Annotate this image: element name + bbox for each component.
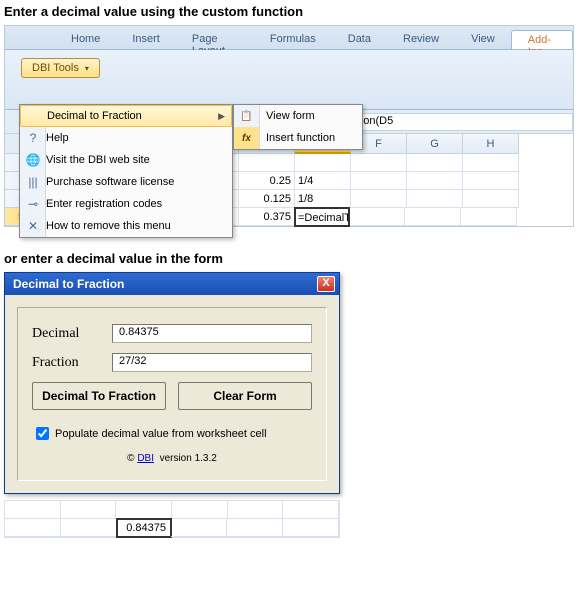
cell[interactable] xyxy=(172,501,228,519)
menu-item-register[interactable]: ⊸ Enter registration codes xyxy=(20,193,232,215)
copyright-line: © DBI version 1.3.2 xyxy=(32,453,312,464)
cell-d3[interactable]: 0.25 xyxy=(239,172,295,190)
cell[interactable] xyxy=(228,501,284,519)
tab-view[interactable]: View xyxy=(455,30,511,49)
submenu-label: Insert function xyxy=(260,132,335,144)
cell-e3[interactable]: 1/4 xyxy=(295,172,351,190)
chevron-right-icon: ▶ xyxy=(218,111,225,122)
fraction-input[interactable]: 27/32 xyxy=(112,353,312,372)
ribbon-body: DBI Tools xyxy=(5,50,573,110)
cell[interactable] xyxy=(407,190,463,208)
cell[interactable] xyxy=(351,154,407,172)
tab-data[interactable]: Data xyxy=(332,30,387,49)
cell-d4[interactable]: 0.125 xyxy=(239,190,295,208)
dbi-menu: Decimal to Fraction ▶ ? Help 🌐 Visit the… xyxy=(19,104,233,238)
menu-label: Help xyxy=(46,132,226,144)
menu-item-help[interactable]: ? Help xyxy=(20,127,232,149)
cell[interactable] xyxy=(349,208,405,226)
populate-label: Populate decimal value from worksheet ce… xyxy=(55,428,267,440)
form-title-text: Decimal to Fraction xyxy=(13,277,124,291)
barcode-icon: ||| xyxy=(20,175,46,189)
mini-grid[interactable]: 0.84375 xyxy=(4,500,340,538)
cell[interactable] xyxy=(407,154,463,172)
cell[interactable] xyxy=(295,154,351,172)
col-head-h[interactable]: H xyxy=(463,134,519,154)
key-icon: ⊸ xyxy=(20,197,46,211)
tab-addins[interactable]: Add-Ins xyxy=(511,30,573,49)
excel-app: Home Insert Page Layout Formulas Data Re… xyxy=(4,25,574,227)
cell[interactable] xyxy=(283,501,339,519)
convert-button[interactable]: Decimal To Fraction xyxy=(32,382,166,410)
menu-item-purchase[interactable]: ||| Purchase software license xyxy=(20,171,232,193)
globe-icon: 🌐 xyxy=(20,153,46,167)
tab-home[interactable]: Home xyxy=(55,30,116,49)
form-titlebar[interactable]: Decimal to Fraction X xyxy=(5,273,339,295)
cell[interactable] xyxy=(171,519,227,537)
cell-e5[interactable]: =DecimalToFraction(D5 xyxy=(294,207,350,227)
menu-item-decimal-to-fraction[interactable]: Decimal to Fraction ▶ xyxy=(20,105,232,127)
menu-item-remove[interactable]: ✕ How to remove this menu xyxy=(20,215,232,237)
help-icon: ? xyxy=(20,131,46,145)
col-head-g[interactable]: G xyxy=(407,134,463,154)
fraction-label: Fraction xyxy=(32,355,112,371)
cell[interactable] xyxy=(407,172,463,190)
submenu-label: View form xyxy=(260,110,315,122)
tab-page-layout[interactable]: Page Layout xyxy=(176,30,254,49)
cell[interactable] xyxy=(461,208,517,226)
cell-e5-value: =DecimalToFraction(D5 xyxy=(298,210,350,226)
decimal-label: Decimal xyxy=(32,326,112,342)
menu-label: How to remove this menu xyxy=(46,220,226,232)
mini-active-cell[interactable]: 0.84375 xyxy=(116,518,172,538)
cell[interactable] xyxy=(227,519,283,537)
dbi-link[interactable]: DBI xyxy=(137,453,154,464)
menu-label: Decimal to Fraction xyxy=(47,110,218,122)
cell[interactable] xyxy=(463,154,519,172)
decimal-to-fraction-form: Decimal to Fraction X Decimal 0.84375 Fr… xyxy=(4,272,340,494)
cell[interactable] xyxy=(351,190,407,208)
cell[interactable] xyxy=(116,501,172,519)
submenu-view-form[interactable]: 📋 View form xyxy=(234,105,362,127)
menu-label: Visit the DBI web site xyxy=(46,154,226,166)
caption-1: Enter a decimal value using the custom f… xyxy=(4,4,578,19)
cell[interactable] xyxy=(463,172,519,190)
tab-insert[interactable]: Insert xyxy=(116,30,176,49)
populate-checkbox[interactable] xyxy=(36,427,49,440)
cell[interactable] xyxy=(239,154,295,172)
cell[interactable] xyxy=(5,519,61,537)
close-icon: ✕ xyxy=(20,219,46,233)
menu-item-visit-site[interactable]: 🌐 Visit the DBI web site xyxy=(20,149,232,171)
decimal-input[interactable]: 0.84375 xyxy=(112,324,312,343)
cell[interactable] xyxy=(405,208,461,226)
cell[interactable] xyxy=(463,190,519,208)
form-icon: 📋 xyxy=(234,105,260,127)
ribbon-tabs: Home Insert Page Layout Formulas Data Re… xyxy=(5,26,573,50)
close-button[interactable]: X xyxy=(317,276,335,292)
cell[interactable] xyxy=(61,519,117,537)
cell[interactable] xyxy=(5,501,61,519)
clear-button[interactable]: Clear Form xyxy=(178,382,312,410)
tab-review[interactable]: Review xyxy=(387,30,455,49)
cell[interactable] xyxy=(61,501,117,519)
cell[interactable] xyxy=(283,519,339,537)
cell[interactable] xyxy=(351,172,407,190)
caption-2: or enter a decimal value in the form xyxy=(4,251,578,266)
dbi-tools-button[interactable]: DBI Tools xyxy=(21,58,100,78)
menu-label: Purchase software license xyxy=(46,176,226,188)
dbi-submenu: 📋 View form fx Insert function xyxy=(233,104,363,150)
menu-label: Enter registration codes xyxy=(46,198,226,210)
submenu-insert-function[interactable]: fx Insert function xyxy=(234,127,362,149)
fx-icon: fx xyxy=(234,127,260,149)
tab-formulas[interactable]: Formulas xyxy=(254,30,332,49)
cell-d5[interactable]: 0.375 xyxy=(239,208,295,226)
cell-e4[interactable]: 1/8 xyxy=(295,190,351,208)
